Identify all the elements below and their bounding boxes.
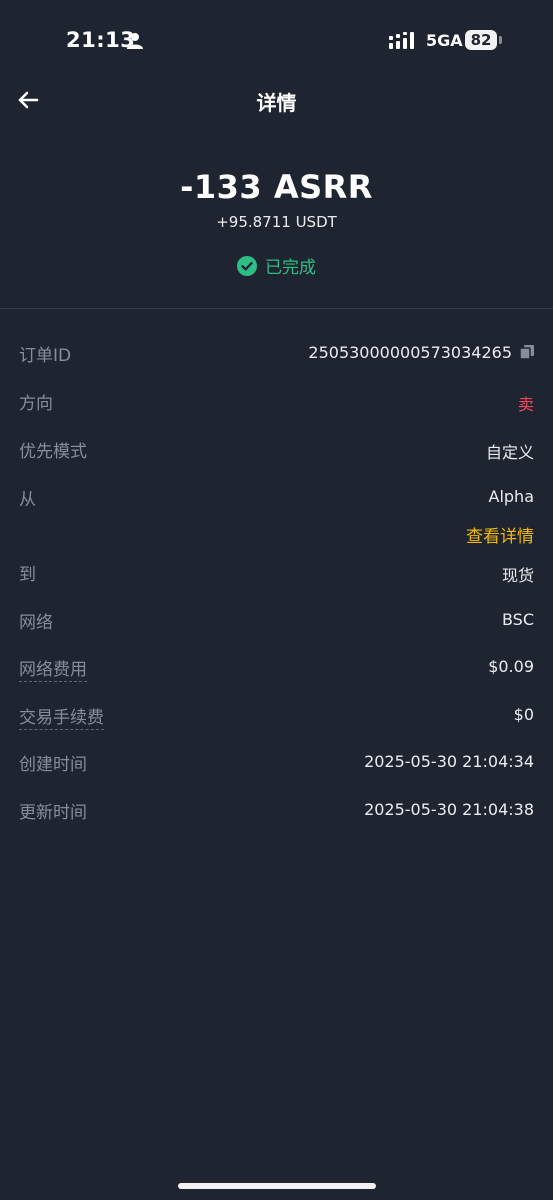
transaction-summary: -133 ASRR +95.8711 USDT 已完成 [0,165,553,278]
battery-level: 82 [470,31,492,49]
network-fee-label[interactable]: 网络费用 [19,655,87,682]
priority-mode-label: 优先模式 [19,442,87,462]
detail-row-from: 从 Alpha [0,485,553,515]
status-bar: 21:13 5GA 82 [0,0,553,80]
direction-label: 方向 [19,394,53,414]
from-label: 从 [19,490,36,510]
priority-mode-value: 自定义 [485,443,534,462]
direction-value: 卖 [517,395,534,414]
status-text: 已完成 [265,258,316,278]
order-id-label: 订单ID [19,346,72,366]
received-amount: +95.8711 USDT [216,213,337,231]
trading-fee-label[interactable]: 交易手续费 [19,703,104,730]
view-details-link[interactable]: 查看详情 [466,522,534,547]
amount: -133 ASRR [180,168,373,206]
created-time-label: 创建时间 [19,755,87,775]
detail-row-priority-mode: 优先模式 自定义 [0,437,553,467]
detail-row-updated-time: 更新时间 2025-05-30 21:04:38 [0,798,553,828]
order-id-text: 2505300000057303426​5 [308,343,512,362]
to-value: 现货 [501,566,534,585]
check-circle-icon [237,255,257,276]
order-id-value: 2505300000057303426​5 [308,343,534,362]
nav-bar: 详情 [0,80,553,120]
signal-icon [389,32,414,49]
updated-time-label: 更新时间 [19,803,87,823]
detail-row-trading-fee: 交易手续费 $0 [0,703,553,733]
divider [0,308,553,309]
network-fee-value: $0.09 [488,657,534,676]
status-time: 21:13 [66,28,136,52]
detail-row-to: 到 现货 [0,560,553,590]
copy-icon[interactable] [520,345,534,359]
battery-indicator: 82 [465,30,497,50]
trading-fee-value: $0 [513,705,534,724]
battery-tip [499,36,502,44]
status-badge: 已完成 [0,253,553,278]
page-title: 详情 [256,91,297,115]
network-value: BSC [501,610,534,629]
network-label: 5GA [426,31,463,50]
from-value: Alpha [488,487,535,506]
home-indicator[interactable] [178,1183,376,1189]
detail-row-direction: 方向 卖 [0,389,553,419]
created-time-value: 2025-05-30 21:04:34 [364,752,534,771]
updated-time-value: 2025-05-30 21:04:38 [364,800,534,819]
detail-row-network-fee: 网络费用 $0.09 [0,655,553,685]
person-icon [127,33,143,49]
detail-row-network: 网络 BSC [0,608,553,638]
detail-row-order-id: 订单ID 2505300000057303426​5 [0,341,553,371]
detail-row-created-time: 创建时间 2025-05-30 21:04:34 [0,750,553,780]
network-label: 网络 [19,613,53,633]
to-label: 到 [19,565,36,585]
